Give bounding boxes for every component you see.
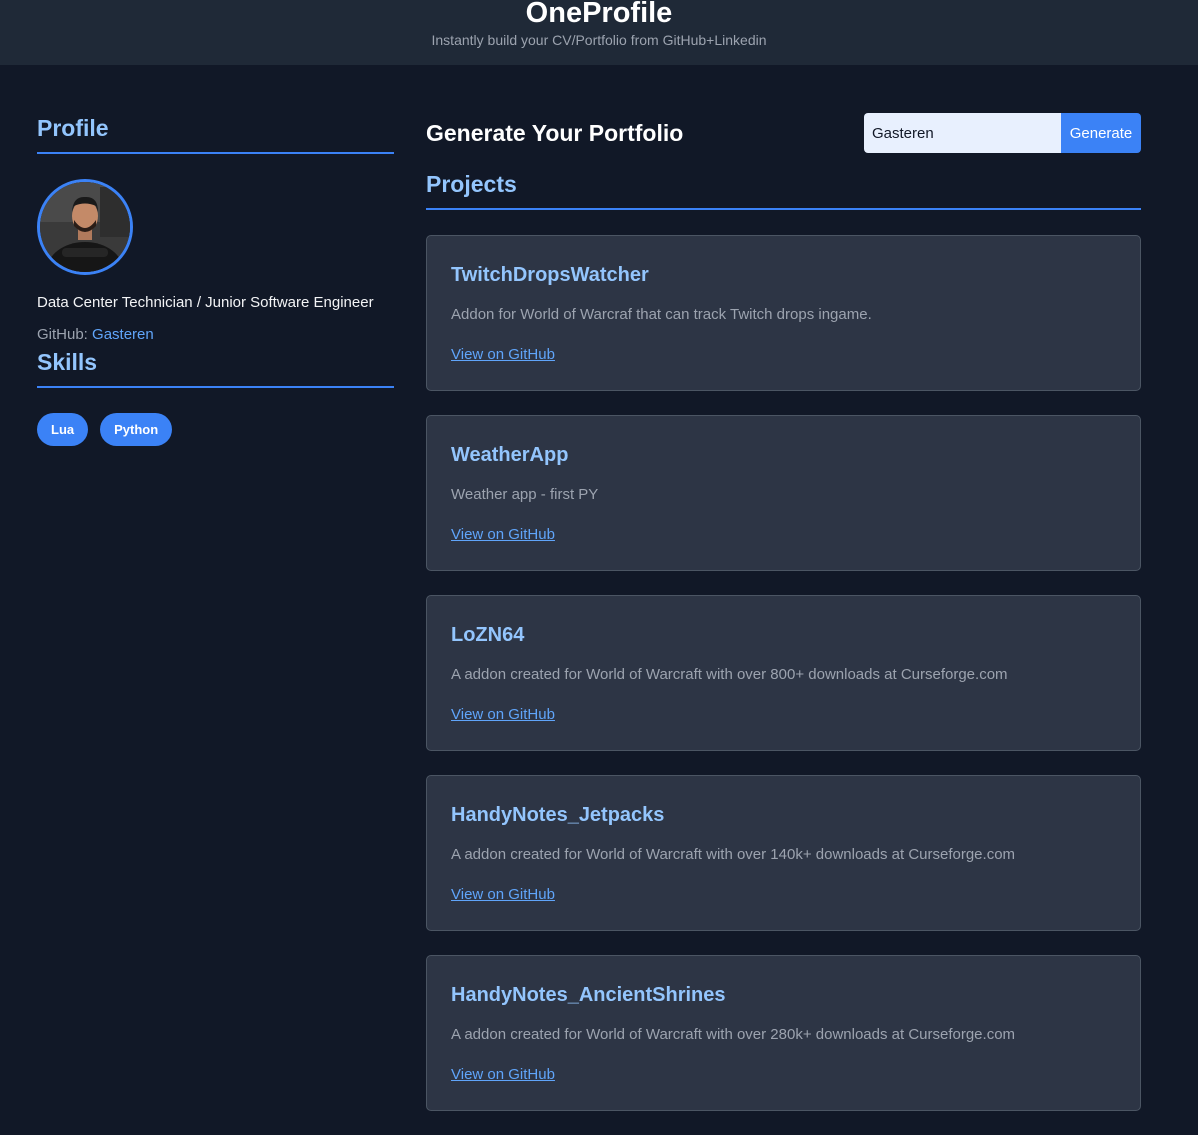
project-card: LoZN64 A addon created for World of Warc…: [426, 595, 1141, 751]
project-card: HandyNotes_Jetpacks A addon created for …: [426, 775, 1141, 931]
project-card: TwitchDropsWatcher Addon for World of Wa…: [426, 235, 1141, 391]
view-on-github-link[interactable]: View on GitHub: [451, 1066, 555, 1083]
project-description: Weather app - first PY: [451, 486, 599, 503]
profile-github: GitHub: Gasteren: [37, 326, 154, 343]
profile-sidebar: Profile Data Center Technician / Junior …: [37, 112, 394, 446]
app-subtitle: Instantly build your CV/Portfolio from G…: [431, 32, 767, 48]
view-on-github-link[interactable]: View on GitHub: [451, 706, 555, 723]
project-name: LoZN64: [451, 624, 525, 646]
project-description: A addon created for World of Warcraft wi…: [451, 1026, 1016, 1043]
project-name: WeatherApp: [451, 444, 569, 466]
project-card: WeatherApp Weather app - first PY View o…: [426, 415, 1141, 571]
skills-heading: Skills: [37, 346, 394, 388]
github-label: GitHub:: [37, 326, 88, 343]
generate-form: Generate: [864, 113, 1141, 153]
projects-header: Projects: [426, 168, 1141, 210]
skill-tag: Lua: [37, 413, 89, 446]
skill-tag: Python: [100, 413, 173, 446]
github-user-link[interactable]: Gasteren: [92, 326, 154, 343]
view-on-github-link[interactable]: View on GitHub: [451, 526, 555, 543]
app-title: OneProfile: [525, 0, 673, 29]
project-description: Addon for World of Warcraf that can trac…: [451, 306, 872, 323]
project-description: A addon created for World of Warcraft wi…: [451, 666, 1008, 683]
view-on-github-link[interactable]: View on GitHub: [451, 346, 555, 363]
projects-heading: Projects: [426, 168, 1141, 210]
project-name: HandyNotes_Jetpacks: [451, 804, 665, 826]
avatar-image: [40, 182, 130, 272]
project-name: TwitchDropsWatcher: [451, 264, 649, 286]
generate-button[interactable]: Generate: [1061, 113, 1141, 153]
app-header: OneProfile Instantly build your CV/Portf…: [0, 0, 1198, 65]
project-description: A addon created for World of Warcraft wi…: [451, 846, 1016, 863]
project-card: HandyNotes_AncientShrines A addon create…: [426, 955, 1141, 1111]
profile-heading: Profile: [37, 112, 394, 154]
generate-title: Generate Your Portfolio: [426, 120, 684, 146]
project-list: TwitchDropsWatcher Addon for World of Wa…: [426, 235, 1141, 1135]
profile-role: Data Center Technician / Junior Software…: [37, 294, 374, 311]
skill-list: Lua Python: [37, 413, 173, 446]
skills-section: Skills Lua Python: [37, 346, 394, 446]
avatar: [37, 179, 133, 275]
project-name: HandyNotes_AncientShrines: [451, 984, 726, 1006]
username-input[interactable]: [864, 113, 1061, 153]
view-on-github-link[interactable]: View on GitHub: [451, 886, 555, 903]
